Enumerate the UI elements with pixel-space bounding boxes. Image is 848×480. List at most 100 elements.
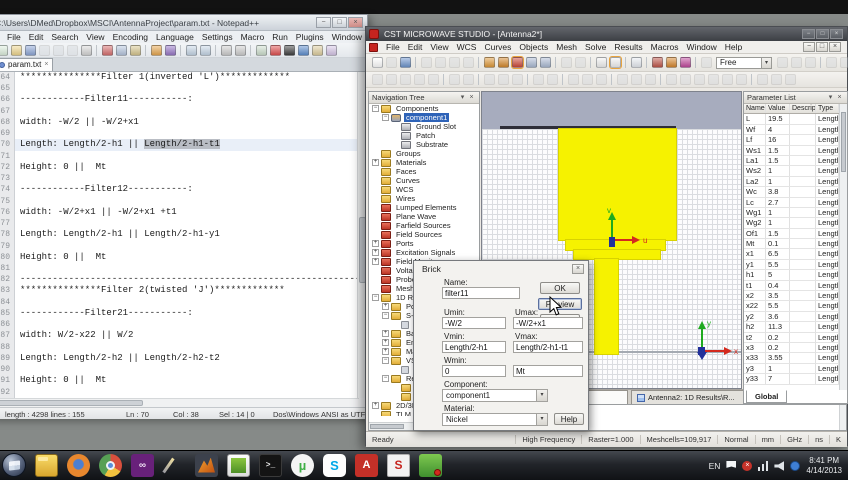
zoom-in-icon[interactable]: [221, 45, 232, 56]
column-header[interactable]: Descript: [790, 104, 816, 113]
modeling-tool-icon[interactable]: [708, 74, 719, 85]
speaker-icon[interactable]: [774, 461, 784, 471]
brush-red-icon[interactable]: [652, 57, 663, 68]
tree-item-patch[interactable]: Patch: [369, 131, 479, 140]
modeling-tool-icon[interactable]: [694, 74, 705, 85]
find-icon[interactable]: [186, 45, 197, 56]
tree-item-wires[interactable]: Wires: [369, 194, 479, 203]
chrome-icon[interactable]: [99, 454, 122, 477]
open-file-icon[interactable]: [11, 45, 22, 56]
menu-encoding[interactable]: Encoding: [109, 32, 152, 42]
cst-titlebar[interactable]: CST MICROWAVE STUDIO - [Antenna2*]: [366, 27, 847, 41]
scrollbar-thumb[interactable]: [841, 112, 846, 172]
mesh-view-icon[interactable]: [561, 57, 572, 68]
restore-icon[interactable]: □: [816, 29, 829, 39]
modeling-tool-icon[interactable]: [680, 74, 691, 85]
close-icon[interactable]: ×: [835, 92, 844, 103]
modeling-tool-icon[interactable]: [463, 74, 474, 85]
boolean-icon[interactable]: [826, 57, 837, 68]
new-project-icon[interactable]: [372, 57, 383, 68]
tree-item-groups[interactable]: Groups: [369, 149, 479, 158]
function-list-icon[interactable]: [326, 45, 337, 56]
modeling-tool-icon[interactable]: [631, 74, 642, 85]
parameter-row-Wg1[interactable]: Wg11Length: [744, 208, 839, 218]
cut-icon[interactable]: [421, 57, 432, 68]
menu-search[interactable]: Search: [47, 32, 82, 42]
trim-icon[interactable]: [840, 57, 848, 68]
expand-icon[interactable]: +: [372, 258, 379, 265]
expand-icon[interactable]: +: [372, 249, 379, 256]
tree-item-lumped-elements[interactable]: Lumped Elements: [369, 203, 479, 212]
history-icon[interactable]: [701, 57, 712, 68]
modeling-tool-icon[interactable]: [568, 74, 579, 85]
skype-icon[interactable]: S: [323, 454, 346, 477]
minimize-icon[interactable]: −: [316, 17, 331, 28]
parameter-row-t2[interactable]: t20.2Length: [744, 333, 839, 343]
bluetooth-icon[interactable]: [790, 461, 800, 471]
parameter-row-Wg2[interactable]: Wg21Length: [744, 218, 839, 228]
mdi-close-icon[interactable]: ×: [829, 42, 841, 52]
vmin-field[interactable]: [442, 341, 506, 353]
menu-curves[interactable]: Curves: [480, 42, 515, 52]
chevron-down-icon[interactable]: ▾: [761, 58, 771, 68]
tree-item-curves[interactable]: Curves: [369, 176, 479, 185]
material-select[interactable]: Nickel ▾: [442, 413, 548, 426]
paste-icon[interactable]: [449, 57, 460, 68]
modeling-tool-icon[interactable]: [449, 74, 460, 85]
modeling-tool-icon[interactable]: [512, 74, 523, 85]
collapse-icon[interactable]: −: [382, 375, 389, 382]
wireframe-cube-icon[interactable]: [631, 57, 642, 68]
scrollbar-thumb[interactable]: [0, 400, 143, 406]
copy-icon[interactable]: [116, 45, 127, 56]
modeling-tool-icon[interactable]: [666, 74, 677, 85]
editor-horizontal-scrollbar[interactable]: [0, 398, 359, 407]
scrollbar-thumb[interactable]: [370, 424, 404, 429]
brush-magenta-icon[interactable]: [680, 57, 691, 68]
tree-item-substrate[interactable]: Substrate: [369, 140, 479, 149]
parameter-row-La2[interactable]: La21Length: [744, 177, 839, 187]
modeling-tool-icon[interactable]: [400, 74, 411, 85]
align-icon[interactable]: [777, 57, 788, 68]
sync-scroll-icon[interactable]: [256, 45, 267, 56]
pick-face-icon[interactable]: [610, 57, 621, 68]
modeling-tool-icon[interactable]: [596, 74, 607, 85]
delete-icon[interactable]: [463, 57, 474, 68]
minimize-icon[interactable]: −: [802, 29, 815, 39]
tree-item-field-sources[interactable]: Field Sources: [369, 230, 479, 239]
tree-item-wcs[interactable]: WCS: [369, 185, 479, 194]
rotate-view-icon[interactable]: [498, 57, 509, 68]
brush-orange-icon[interactable]: [666, 57, 677, 68]
mdi-document-icon[interactable]: [369, 43, 378, 52]
menu-window[interactable]: Window: [683, 42, 721, 52]
chevron-down-icon[interactable]: ▾: [458, 92, 467, 103]
notification-icon[interactable]: ×: [742, 461, 752, 471]
network-bars-icon[interactable]: [758, 461, 768, 471]
menu-language[interactable]: Language: [152, 32, 198, 42]
wmin-field[interactable]: [442, 365, 506, 377]
parameter-row-Ws1[interactable]: Ws11.5Length: [744, 146, 839, 156]
column-header[interactable]: Name: [744, 104, 766, 113]
menu-macros[interactable]: Macros: [647, 42, 683, 52]
expand-icon[interactable]: +: [382, 348, 389, 355]
wmax-field[interactable]: [513, 365, 583, 377]
undo-icon[interactable]: [151, 45, 162, 56]
save-all-icon[interactable]: [39, 45, 50, 56]
zoom-out-icon[interactable]: [540, 57, 551, 68]
parameter-row-x22[interactable]: x225.5Length: [744, 301, 839, 311]
parameter-row-Wc[interactable]: Wc3.8Length: [744, 187, 839, 197]
zoom-in-icon[interactable]: [526, 57, 537, 68]
firefox-icon[interactable]: [67, 454, 90, 477]
tab-param-txt[interactable]: param.txt ×: [0, 58, 53, 71]
cutplane-icon[interactable]: [575, 57, 586, 68]
parameter-row-t1[interactable]: t10.4Length: [744, 281, 839, 291]
collapse-icon[interactable]: −: [372, 105, 379, 112]
tree-item-ports[interactable]: +Ports: [369, 239, 479, 248]
chevron-down-icon[interactable]: ▾: [536, 390, 547, 401]
notepadpp-titlebar[interactable]: C:\Users\DMed\Dropbox\MSCI\AntennaProjec…: [0, 15, 367, 31]
name-field[interactable]: [442, 287, 520, 299]
parameter-row-h1[interactable]: h15Length: [744, 270, 839, 280]
close-doc-icon[interactable]: [53, 45, 64, 56]
column-header[interactable]: Type: [816, 104, 839, 113]
open-project-icon[interactable]: [386, 57, 397, 68]
vmax-field[interactable]: [513, 341, 583, 353]
